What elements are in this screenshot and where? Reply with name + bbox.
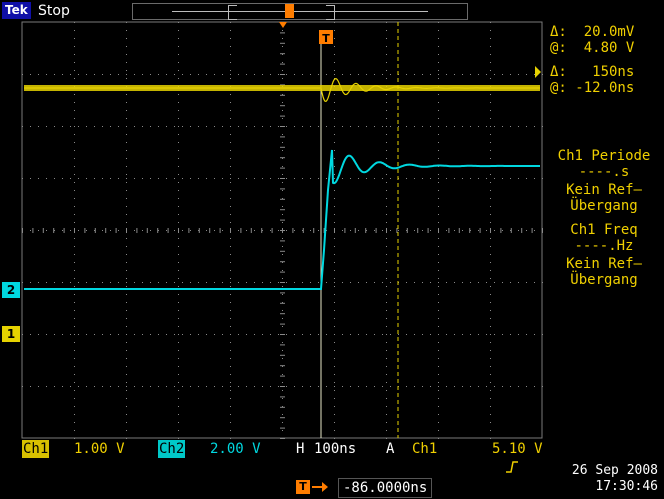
- horizontal-label: H: [296, 441, 305, 457]
- graticule-grid: [22, 22, 543, 439]
- measurement-2-note-line1: Kein Ref–: [566, 256, 642, 272]
- measurement-2-note-line2: Übergang: [570, 272, 638, 288]
- oscilloscope-screen: Tek Stop T 2 1 Δ: 20.0mV @: 4.80 V Δ: 15…: [0, 0, 664, 498]
- amplitude-cursor-position: @: 4.80 V: [550, 40, 635, 56]
- delay-arrow-icon: [312, 482, 328, 492]
- ch1-label[interactable]: Ch1: [22, 440, 50, 458]
- ch2-ground-marker-icon[interactable]: 2: [2, 282, 20, 298]
- ch2-waveform: [24, 149, 540, 290]
- measurement-2-value: ----.Hz: [574, 238, 634, 254]
- ch1-scale: 1.00 V: [74, 441, 125, 457]
- trigger-level: 5.10 V: [492, 441, 543, 457]
- ch2-scale: 2.00 V: [210, 441, 261, 457]
- horizontal-scale: 100ns: [314, 441, 357, 457]
- measurement-1-title: Ch1 Periode: [557, 148, 651, 164]
- measurement-1-note-line2: Übergang: [570, 198, 638, 214]
- ch1-ground-marker-icon[interactable]: 1: [2, 326, 20, 342]
- measurement-2-title: Ch1 Freq: [570, 222, 638, 238]
- measurement-1-note-line1: Kein Ref–: [566, 182, 642, 198]
- rising-edge-icon: [454, 440, 518, 473]
- settings-bar: Ch1 1.00 V Ch2 2.00 V H 100ns A Ch1 5.10…: [22, 440, 544, 473]
- cursor-marker-icon: [535, 66, 541, 78]
- horizontal-delay-value[interactable]: -86.0000ns: [338, 478, 433, 498]
- ch1-noise-band: [24, 85, 540, 91]
- time-readout: 17:30:46: [595, 479, 658, 494]
- time-cursor-position: @: -12.0ns: [550, 80, 635, 96]
- measurement-1-value: ----.s: [578, 164, 630, 180]
- date-readout: 26 Sep 2008: [571, 463, 658, 478]
- ch1-marker-label: 1: [6, 327, 16, 341]
- trigger-mode-label: A: [386, 441, 395, 457]
- trigger-source: Ch1: [412, 441, 438, 457]
- delay-trigger-icon: T: [296, 480, 310, 494]
- time-cursor-delta: Δ: 150ns: [550, 64, 635, 80]
- trigger-position-label: T: [322, 32, 330, 45]
- amplitude-cursor-delta: Δ: 20.0mV: [550, 24, 635, 40]
- ch2-marker-label: 2: [6, 283, 16, 297]
- ch2-label[interactable]: Ch2: [158, 440, 186, 458]
- trigger-arrow-icon: [279, 22, 287, 28]
